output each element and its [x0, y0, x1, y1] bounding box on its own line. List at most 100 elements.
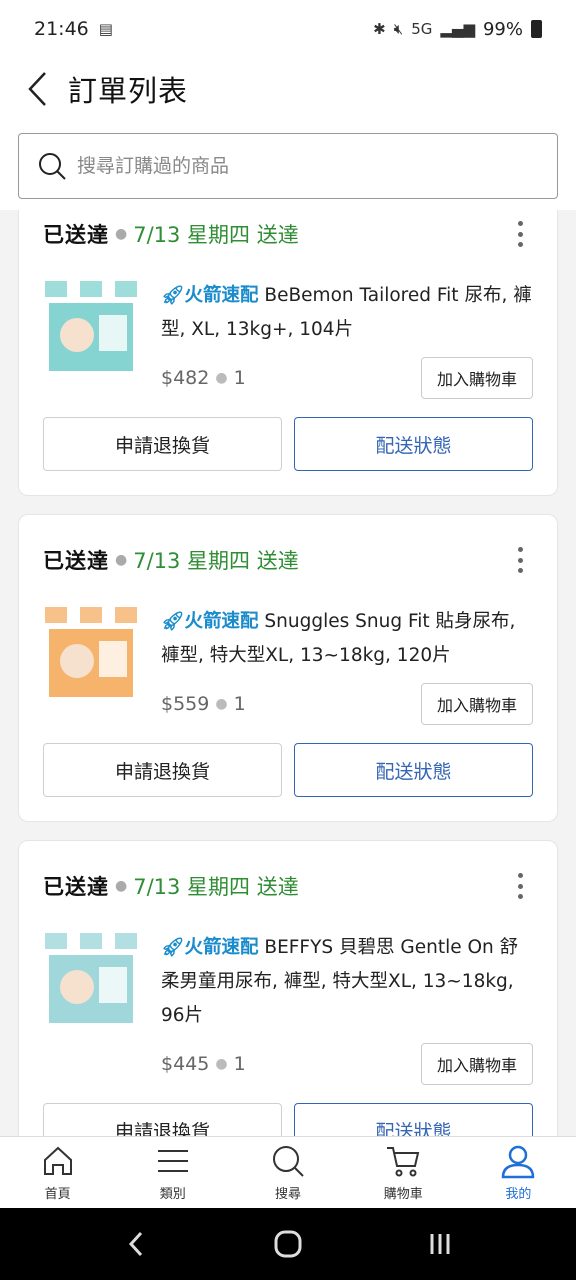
separator-dot: ● — [115, 552, 128, 568]
rocket-badge-label: 火箭速配 — [184, 285, 259, 306]
home-pill-icon — [274, 1230, 302, 1258]
order-card: 已送達 ● 7/13 星期四 送達 🚀︎火箭速配 BeBemon Tailore… — [18, 210, 558, 496]
return-exchange-button[interactable]: 申請退換貨 — [43, 1103, 282, 1136]
more-options-button[interactable] — [505, 219, 535, 249]
separator-dot: ● — [115, 226, 128, 242]
back-button[interactable] — [8, 59, 68, 119]
rocket-delivery-badge: 🚀︎火箭速配 — [161, 611, 259, 632]
delivery-status-button[interactable]: 配送狀態 — [294, 417, 533, 471]
system-recents-button[interactable] — [410, 1214, 470, 1274]
search-input[interactable] — [77, 155, 507, 177]
item-qty: 1 — [233, 693, 246, 715]
separator-dot: ● — [215, 696, 228, 712]
home-icon — [43, 1146, 72, 1175]
order-card: 已送達 ● 7/13 星期四 送達 🚀︎火箭速配 Snuggles Snug F… — [18, 514, 558, 822]
delivery-status-button[interactable]: 配送狀態 — [294, 743, 533, 797]
more-dot-icon — [517, 894, 523, 899]
page-title: 訂單列表 — [68, 74, 189, 108]
more-options-button[interactable] — [505, 871, 535, 901]
order-item: 🚀︎火箭速配 BeBemon Tailored Fit 尿布, 褲型, XL, … — [43, 279, 533, 399]
rocket-delivery-badge: 🚀︎火箭速配 — [161, 285, 259, 306]
order-status: 已送達 — [43, 549, 109, 573]
search-box[interactable] — [18, 133, 558, 199]
app-header: 訂單列表 — [0, 58, 576, 120]
nav-home[interactable]: 首頁 — [0, 1137, 115, 1208]
system-nav-bar — [0, 1208, 576, 1280]
item-qty: 1 — [233, 1053, 246, 1075]
more-dot-icon — [517, 231, 523, 237]
product-thumbnail[interactable] — [43, 931, 139, 1027]
order-card: 已送達 ● 7/13 星期四 送達 🚀︎火箭速配 BEFFYS 貝碧思 Gent… — [18, 840, 558, 1136]
rocket-badge-label: 火箭速配 — [184, 937, 259, 958]
order-status: 已送達 — [43, 875, 109, 899]
more-dot-icon — [517, 873, 523, 878]
battery-percent: 99% — [482, 18, 523, 40]
nav-label-category: 類別 — [159, 1187, 186, 1202]
add-to-cart-button[interactable]: 加入購物車 — [421, 683, 533, 725]
status-bar: 21:46 ▤ ✱ 🔇︎ 5G ▂▄▆ 99% — [0, 0, 576, 58]
mute-icon: 🔇︎ — [393, 20, 404, 38]
more-dot-icon — [517, 557, 523, 563]
signal-icon: ▂▄▆ — [440, 20, 475, 38]
return-exchange-button[interactable]: 申請退換貨 — [43, 417, 282, 471]
nav-search[interactable]: 搜尋 — [230, 1137, 345, 1208]
order-actions: 申請退換貨 配送狀態 — [43, 1103, 533, 1136]
delivery-date: 7/13 星期四 送達 — [133, 223, 299, 247]
nav-label-search: 搜尋 — [275, 1187, 302, 1202]
rocket-delivery-badge: 🚀︎火箭速配 — [161, 937, 259, 958]
order-status-row: 已送達 ● 7/13 星期四 送達 — [43, 841, 533, 931]
search-bar — [0, 120, 576, 210]
add-to-cart-button[interactable]: 加入購物車 — [421, 357, 533, 399]
battery-icon — [531, 20, 542, 38]
status-time: 21:46 — [34, 18, 89, 40]
delivery-date: 7/13 星期四 送達 — [133, 875, 299, 899]
system-back-button[interactable] — [106, 1214, 166, 1274]
recents-icon — [430, 1234, 450, 1254]
bottom-nav: 首頁 類別 搜尋 購物車 我的 — [0, 1136, 576, 1208]
menu-icon — [157, 1150, 188, 1172]
product-thumbnail[interactable] — [43, 605, 139, 701]
item-qty: 1 — [233, 367, 246, 389]
order-actions: 申請退換貨 配送狀態 — [43, 743, 533, 797]
order-list[interactable]: 已送達 ● 7/13 星期四 送達 🚀︎火箭速配 BeBemon Tailore… — [0, 210, 576, 1136]
more-dot-icon — [517, 221, 523, 226]
product-title[interactable]: 🚀︎火箭速配 Snuggles Snug Fit 貼身尿布, 褲型, 特大型XL… — [161, 605, 533, 673]
nav-category[interactable]: 類別 — [115, 1137, 230, 1208]
search-icon — [273, 1146, 304, 1177]
more-dot-icon — [517, 568, 523, 573]
chevron-left-icon — [128, 1231, 143, 1257]
more-dot-icon — [517, 547, 523, 552]
nav-cart[interactable]: 購物車 — [346, 1137, 461, 1208]
system-home-button[interactable] — [258, 1214, 318, 1274]
cart-icon — [387, 1147, 420, 1177]
product-title[interactable]: 🚀︎火箭速配 BeBemon Tailored Fit 尿布, 褲型, XL, … — [161, 279, 533, 347]
more-dot-icon — [517, 883, 523, 889]
nav-label-cart: 購物車 — [383, 1187, 423, 1202]
item-price: $482 — [161, 367, 210, 389]
separator-dot: ● — [115, 878, 128, 894]
nav-label-my: 我的 — [505, 1187, 532, 1202]
order-actions: 申請退換貨 配送狀態 — [43, 417, 533, 471]
delivery-date: 7/13 星期四 送達 — [133, 549, 299, 573]
product-thumbnail[interactable] — [43, 279, 139, 375]
item-price: $445 — [161, 1053, 210, 1075]
separator-dot: ● — [215, 370, 228, 386]
news-icon: ▤ — [98, 20, 113, 38]
order-status-row: 已送達 ● 7/13 星期四 送達 — [43, 515, 533, 605]
user-icon — [502, 1145, 535, 1179]
product-title[interactable]: 🚀︎火箭速配 BEFFYS 貝碧思 Gentle On 舒柔男童用尿布, 褲型,… — [161, 931, 533, 1033]
order-status: 已送達 — [43, 223, 109, 247]
delivery-status-button[interactable]: 配送狀態 — [294, 1103, 533, 1136]
nav-my[interactable]: 我的 — [461, 1137, 576, 1208]
return-exchange-button[interactable]: 申請退換貨 — [43, 743, 282, 797]
more-options-button[interactable] — [505, 545, 535, 575]
nav-label-home: 首頁 — [44, 1187, 71, 1202]
add-to-cart-button[interactable]: 加入購物車 — [421, 1043, 533, 1085]
network-label: 5G — [411, 20, 433, 38]
bluetooth-icon: ✱ — [373, 20, 386, 38]
rocket-badge-label: 火箭速配 — [184, 611, 259, 632]
order-item: 🚀︎火箭速配 Snuggles Snug Fit 貼身尿布, 褲型, 特大型XL… — [43, 605, 533, 725]
search-icon — [39, 153, 66, 180]
order-status-row: 已送達 ● 7/13 星期四 送達 — [43, 210, 533, 279]
item-price: $559 — [161, 693, 210, 715]
